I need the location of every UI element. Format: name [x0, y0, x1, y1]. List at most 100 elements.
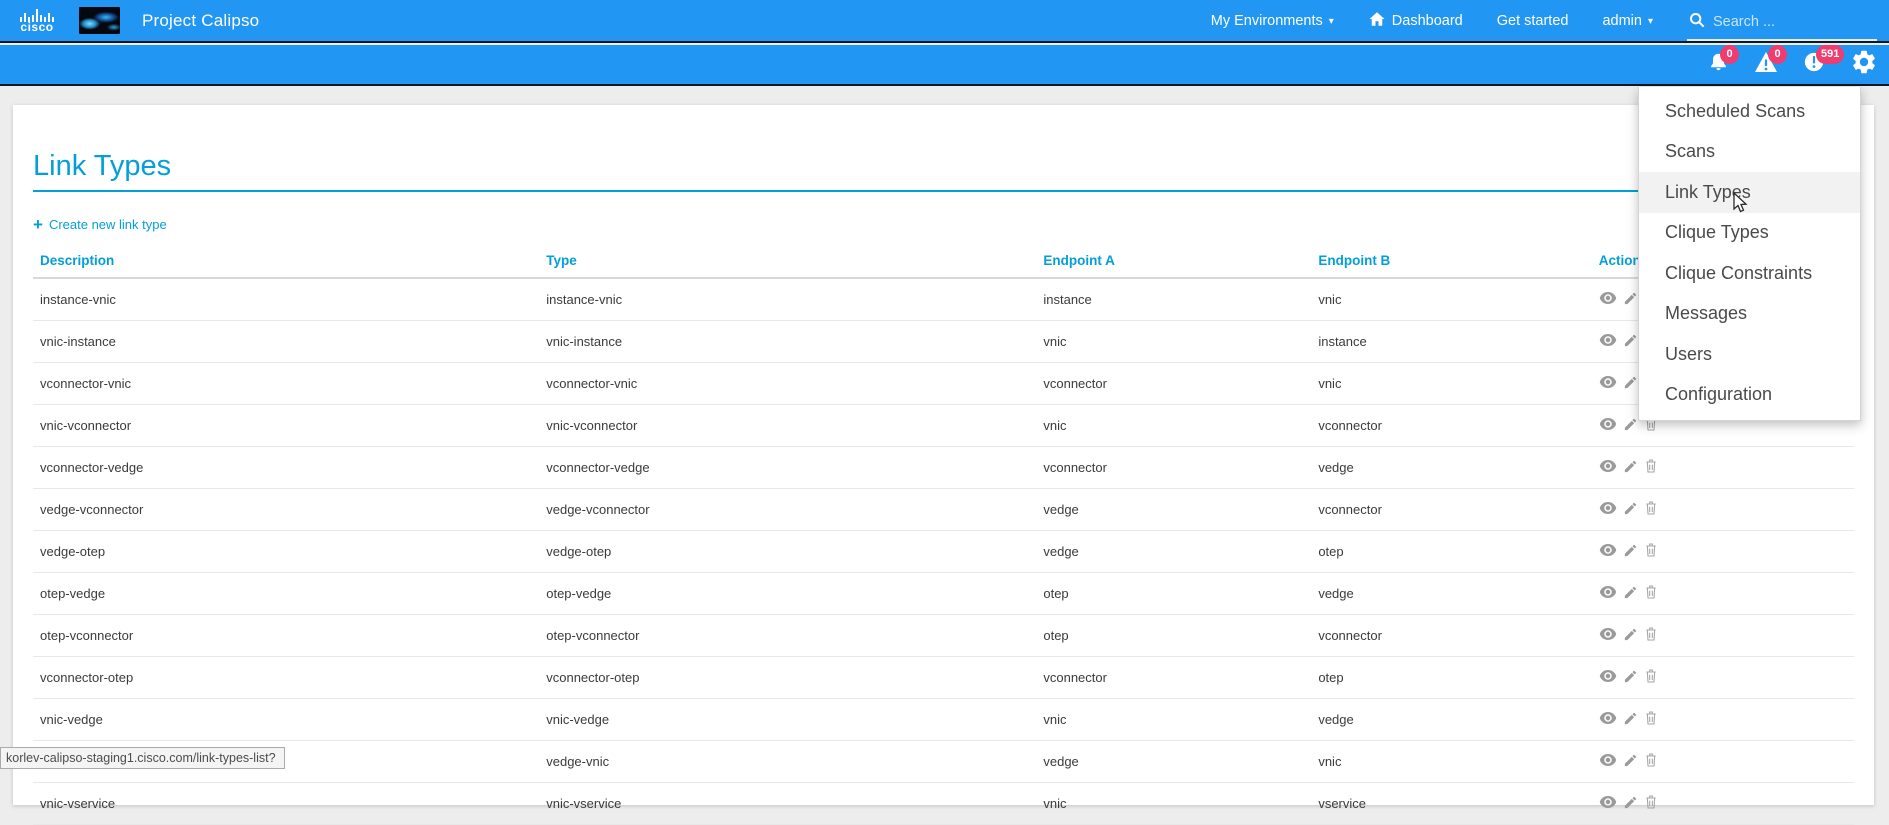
cell-endpoint-b: otep [1311, 531, 1591, 573]
settings-menu-item[interactable]: Clique Types [1639, 213, 1860, 254]
settings-button[interactable] [1849, 50, 1879, 80]
view-icon[interactable] [1599, 291, 1617, 308]
settings-menu-item[interactable]: Scans [1639, 132, 1860, 173]
cell-endpoint-b: vedge [1311, 573, 1591, 615]
view-icon[interactable] [1599, 375, 1617, 392]
view-icon[interactable] [1599, 459, 1617, 476]
edit-icon[interactable] [1623, 711, 1638, 729]
settings-menu-item[interactable]: Clique Constraints [1639, 253, 1860, 294]
table-row: vedge-otep vedge-otep vedge otep [33, 531, 1854, 573]
cell-endpoint-a: vedge [1036, 489, 1311, 531]
delete-icon[interactable] [1644, 458, 1658, 477]
cell-description: vnic-vconnector [33, 405, 539, 447]
view-icon[interactable] [1599, 501, 1617, 518]
cell-endpoint-a: vconnector [1036, 657, 1311, 699]
cell-endpoint-a: vnic [1036, 699, 1311, 741]
view-icon[interactable] [1599, 543, 1617, 560]
page-title: Link Types [33, 150, 1854, 183]
settings-menu-item[interactable]: Configuration [1639, 375, 1860, 416]
edit-icon[interactable] [1623, 627, 1638, 645]
cell-description: vconnector-vnic [33, 363, 539, 405]
cell-description: vconnector-vedge [33, 447, 539, 489]
view-icon[interactable] [1599, 669, 1617, 686]
delete-icon[interactable] [1644, 626, 1658, 645]
dashboard-link[interactable]: Dashboard [1368, 10, 1463, 32]
cell-description: otep-vedge [33, 573, 539, 615]
edit-icon[interactable] [1623, 459, 1638, 477]
search-input[interactable]: Search ... [1687, 10, 1877, 41]
edit-icon[interactable] [1623, 585, 1638, 603]
create-link-type-button[interactable]: + Create new link type [33, 217, 167, 232]
cell-type: vedge-vconnector [539, 489, 1036, 531]
settings-dropdown-menu: Scheduled Scans Scans Link Types Clique … [1638, 87, 1861, 421]
delete-icon[interactable] [1644, 668, 1658, 687]
view-icon[interactable] [1599, 795, 1617, 812]
edit-icon[interactable] [1623, 543, 1638, 561]
view-icon[interactable] [1599, 585, 1617, 602]
my-environments-menu[interactable]: My Environments ▾ [1211, 13, 1334, 29]
notifications-button[interactable]: 0 [1705, 52, 1731, 78]
cell-type: vnic-vedge [539, 699, 1036, 741]
delete-icon[interactable] [1644, 542, 1658, 561]
gear-icon [1850, 48, 1878, 81]
table-row: vnic-instance vnic-instance vnic instanc… [33, 321, 1854, 363]
edit-icon[interactable] [1623, 291, 1638, 309]
chevron-down-icon: ▾ [1329, 16, 1334, 27]
cell-description: otep-vconnector [33, 615, 539, 657]
view-icon[interactable] [1599, 333, 1617, 350]
cell-endpoint-a: otep [1036, 615, 1311, 657]
view-icon[interactable] [1599, 417, 1617, 434]
cell-endpoint-a: instance [1036, 278, 1311, 321]
notifications-badge: 0 [1720, 45, 1739, 64]
cell-endpoint-b: vnic [1311, 278, 1591, 321]
link-url-statusbar: korlev-calipso-staging1.cisco.com/link-t… [0, 747, 285, 769]
cell-description: vnic-vservice [33, 783, 539, 825]
cell-endpoint-a: vnic [1036, 405, 1311, 447]
get-started-link[interactable]: Get started [1497, 13, 1569, 29]
delete-icon[interactable] [1644, 500, 1658, 519]
edit-icon[interactable] [1623, 669, 1638, 687]
settings-menu-item[interactable]: Scheduled Scans [1639, 91, 1860, 132]
delete-icon[interactable] [1644, 710, 1658, 729]
edit-icon[interactable] [1623, 375, 1638, 393]
user-menu[interactable]: admin ▾ [1602, 13, 1653, 29]
table-row: vconnector-vedge vconnector-vedge vconne… [33, 447, 1854, 489]
table-row: otep-vedge otep-vedge otep vedge [33, 573, 1854, 615]
cell-type: vnic-vconnector [539, 405, 1036, 447]
cell-endpoint-b: vconnector [1311, 615, 1591, 657]
edit-icon[interactable] [1623, 333, 1638, 351]
table-row: vnic-vconnector vnic-vconnector vnic vco… [33, 405, 1854, 447]
settings-menu-item[interactable]: Users [1639, 334, 1860, 375]
cell-endpoint-b: vedge [1311, 447, 1591, 489]
cell-type: otep-vconnector [539, 615, 1036, 657]
cell-description: vedge-otep [33, 531, 539, 573]
view-icon[interactable] [1599, 627, 1617, 644]
cell-endpoint-a: vconnector [1036, 363, 1311, 405]
cell-type: vconnector-otep [539, 657, 1036, 699]
cell-endpoint-a: otep [1036, 573, 1311, 615]
errors-button[interactable]: 591 [1801, 52, 1827, 78]
delete-icon[interactable] [1644, 794, 1658, 813]
warnings-button[interactable]: 0 [1753, 52, 1779, 78]
edit-icon[interactable] [1623, 501, 1638, 519]
errors-badge: 591 [1816, 45, 1844, 64]
column-header-endpoint-a: Endpoint A [1036, 247, 1311, 278]
cell-endpoint-b: otep [1311, 657, 1591, 699]
column-header-endpoint-b: Endpoint B [1311, 247, 1591, 278]
notification-bar: 0 0 591 [0, 45, 1889, 86]
cell-endpoint-b: vservice [1311, 783, 1591, 825]
settings-menu-item[interactable]: Messages [1639, 294, 1860, 335]
table-row: vedge-vconnector vedge-vconnector vedge … [33, 489, 1854, 531]
cell-endpoint-b: vedge [1311, 699, 1591, 741]
cell-description: vnic-instance [33, 321, 539, 363]
user-label: admin [1602, 13, 1642, 29]
settings-menu-item[interactable]: Link Types [1639, 172, 1860, 213]
view-icon[interactable] [1599, 711, 1617, 728]
my-environments-label: My Environments [1211, 13, 1323, 29]
edit-icon[interactable] [1623, 795, 1638, 813]
delete-icon[interactable] [1644, 584, 1658, 603]
edit-icon[interactable] [1623, 417, 1638, 435]
chevron-down-icon: ▾ [1648, 16, 1653, 27]
cell-endpoint-a: vconnector [1036, 447, 1311, 489]
link-types-table: Description Type Endpoint A Endpoint B A… [33, 247, 1854, 825]
